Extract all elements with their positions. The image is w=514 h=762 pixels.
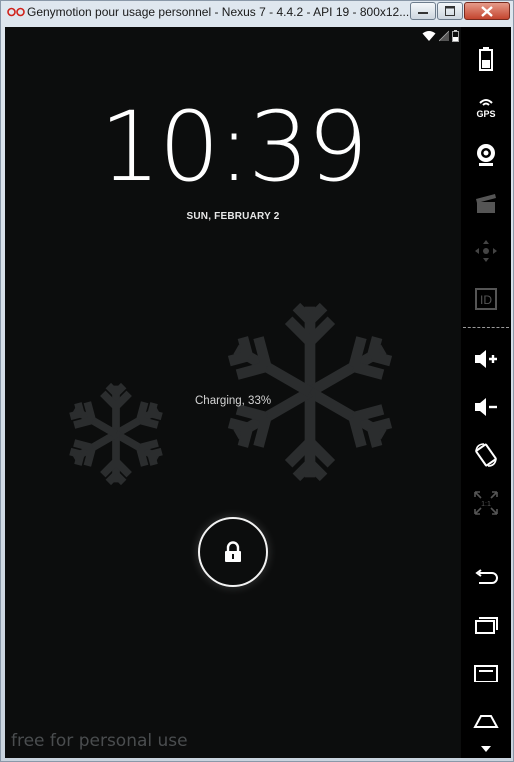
volume-up-icon: [475, 350, 497, 368]
volume-up-button[interactable]: [461, 341, 511, 377]
genymotion-logo-icon: [7, 7, 25, 17]
maximize-icon: [445, 6, 455, 16]
clapperboard-icon: [476, 194, 496, 213]
pixel-perfect-icon: 1:1: [474, 491, 498, 515]
screencast-button[interactable]: [461, 185, 511, 221]
webcam-icon: [477, 144, 495, 166]
gps-widget-button[interactable]: GPS: [461, 89, 511, 125]
lock-icon: [225, 541, 241, 562]
wifi-icon: [422, 31, 436, 41]
minimize-button[interactable]: [410, 2, 436, 20]
recent-apps-icon: [475, 617, 498, 634]
unlock-button[interactable]: [198, 517, 268, 587]
gps-label: GPS: [476, 109, 495, 119]
volume-down-icon: [475, 398, 497, 416]
remote-control-icon: [475, 240, 497, 262]
rotate-button[interactable]: [461, 437, 511, 473]
minimize-icon: [418, 12, 428, 14]
status-bar: [422, 29, 459, 43]
back-icon: [475, 569, 498, 584]
pixel-perfect-button[interactable]: 1:1: [461, 485, 511, 521]
close-icon: [481, 5, 493, 17]
device-id-button[interactable]: ID: [461, 281, 511, 317]
battery-status-icon: [452, 30, 459, 42]
rotate-icon: [475, 443, 497, 467]
pixel-perfect-label: 1:1: [481, 501, 491, 508]
window-title: Genymotion pour usage personnel - Nexus …: [27, 5, 410, 19]
charging-status: Charging, 33%: [195, 395, 272, 407]
title-bar[interactable]: Genymotion pour usage personnel - Nexus …: [1, 1, 514, 25]
genymotion-toolbar: GPS ID 1:1: [461, 27, 511, 758]
signal-icon: [439, 30, 449, 42]
recent-apps-button[interactable]: [461, 607, 511, 643]
remote-control-button[interactable]: [461, 233, 511, 269]
webcam-widget-button[interactable]: [461, 137, 511, 173]
snowflake-icon: [213, 302, 407, 489]
snowflake-small-icon: [61, 382, 171, 489]
gps-icon: GPS: [476, 99, 496, 119]
back-button[interactable]: [461, 559, 511, 595]
menu-icon: [474, 665, 498, 682]
battery-icon: [479, 47, 493, 71]
lockscreen-date: SUN, FEBRUARY 2: [186, 211, 280, 222]
battery-widget-button[interactable]: [461, 41, 511, 77]
device-id-label: ID: [480, 293, 492, 307]
device-screen[interactable]: 10:39 SUN, FEBRUARY 2 Charging, 33% free…: [5, 27, 461, 758]
chevron-down-icon: [481, 746, 491, 752]
maximize-button[interactable]: [437, 2, 463, 20]
home-button[interactable]: [461, 703, 511, 739]
toolbar-divider: [463, 327, 509, 328]
toolbar-scroll-down[interactable]: [461, 739, 511, 759]
close-button[interactable]: [464, 2, 510, 20]
volume-down-button[interactable]: [461, 389, 511, 425]
home-icon: [473, 715, 499, 728]
emulator-window: Genymotion pour usage personnel - Nexus …: [0, 0, 514, 762]
menu-button[interactable]: [461, 655, 511, 691]
lockscreen-clock: 10:39: [99, 91, 369, 203]
watermark-text: free for personal use: [11, 731, 188, 751]
device-id-icon: ID: [475, 288, 497, 310]
